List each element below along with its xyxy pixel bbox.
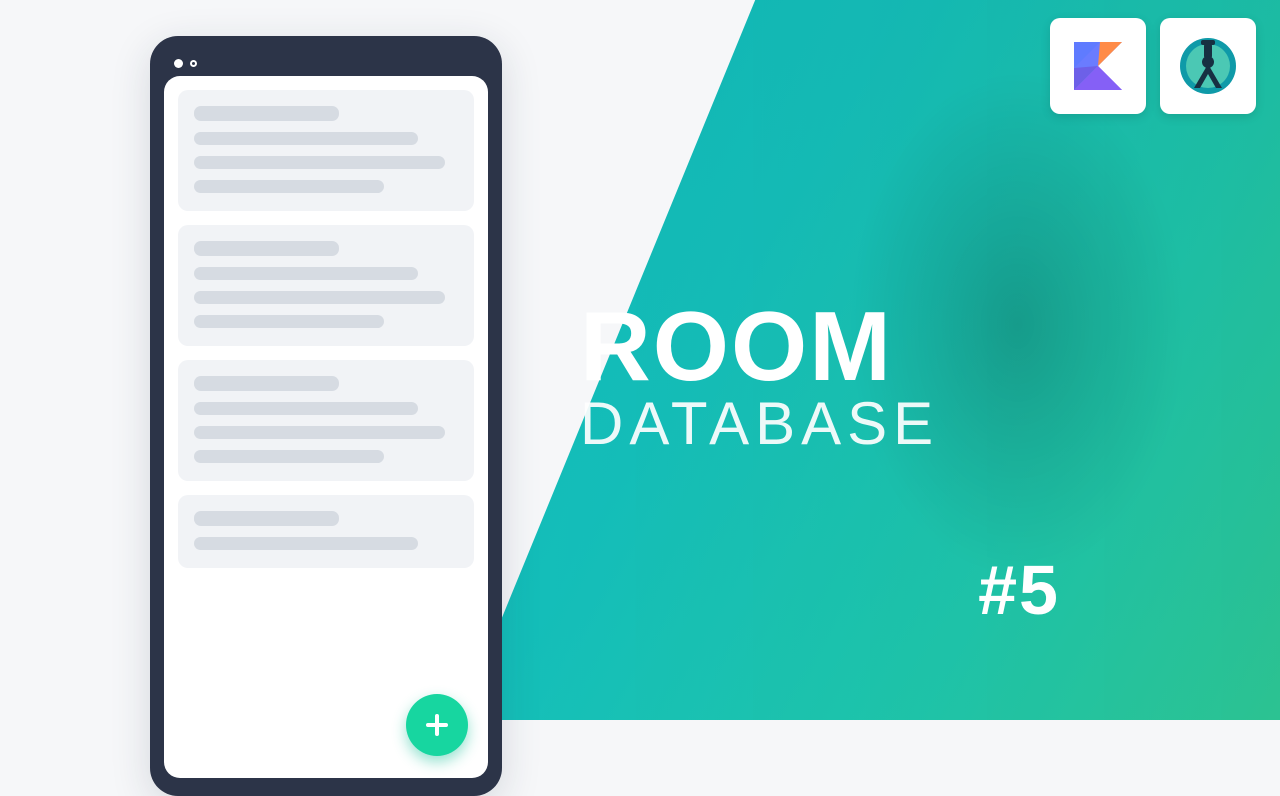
skeleton-line <box>194 450 384 463</box>
skeleton-line <box>194 511 339 526</box>
phone-screen <box>164 76 488 778</box>
phone-status-dots <box>164 50 488 76</box>
tech-badges <box>1050 18 1256 114</box>
skeleton-line <box>194 315 384 328</box>
skeleton-line <box>194 241 339 256</box>
skeleton-line <box>194 426 445 439</box>
skeleton-line <box>194 376 339 391</box>
skeleton-line <box>194 267 418 280</box>
list-item <box>178 90 474 211</box>
dot-icon <box>174 59 183 68</box>
add-button[interactable] <box>406 694 468 756</box>
skeleton-line <box>194 180 384 193</box>
kotlin-icon <box>1050 18 1146 114</box>
title-block: ROOM DATABASE <box>580 300 1080 458</box>
list-item <box>178 225 474 346</box>
skeleton-line <box>194 156 445 169</box>
dot-hollow-icon <box>190 60 197 67</box>
skeleton-line <box>194 402 418 415</box>
skeleton-line <box>194 537 418 550</box>
episode-number: #5 <box>978 550 1060 630</box>
title-line1: ROOM <box>580 300 1080 393</box>
title-line2: DATABASE <box>580 389 1080 458</box>
android-studio-icon <box>1160 18 1256 114</box>
phone-mockup <box>150 36 502 796</box>
list-item <box>178 360 474 481</box>
skeleton-line <box>194 106 339 121</box>
list-item <box>178 495 474 568</box>
skeleton-line <box>194 291 445 304</box>
skeleton-line <box>194 132 418 145</box>
